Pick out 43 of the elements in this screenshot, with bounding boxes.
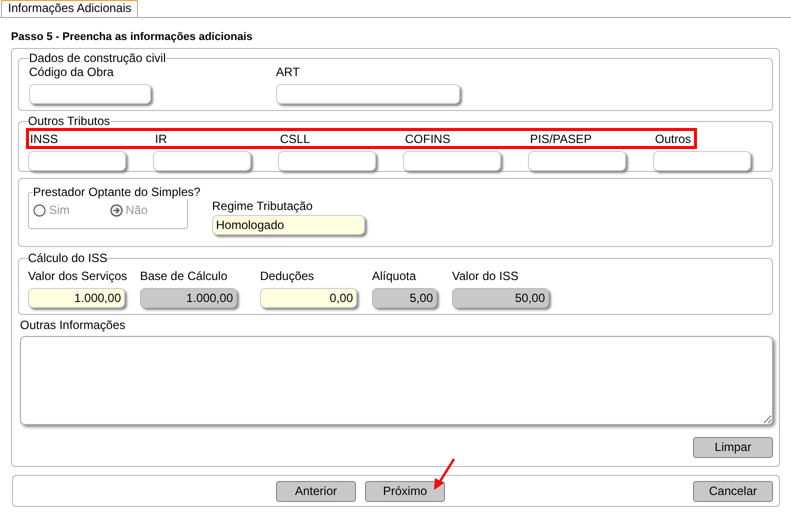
input-field[interactable]: 5,00 (372, 288, 437, 308)
input-field[interactable] (653, 151, 751, 171)
field-label: COFINS (405, 132, 452, 146)
step-title: Passo 5 - Preencha as informações adicionais (11, 30, 254, 44)
field-label: INSS (30, 132, 60, 146)
input-field[interactable] (403, 151, 501, 171)
field-label: Regime Tributação (212, 199, 314, 213)
nav-button[interactable]: Anterior (276, 480, 356, 502)
input-field[interactable]: 1.000,00 (28, 288, 125, 308)
radio-label: Não (126, 202, 148, 219)
field-label: Outros (655, 132, 692, 146)
tab[interactable]: Informações Adicionais (1, 0, 138, 17)
field-label: Valor dos Serviços (28, 269, 128, 283)
field-label: Código da Obra (29, 65, 114, 79)
field-label: Valor do ISS (452, 269, 518, 283)
notes-textarea[interactable] (20, 336, 773, 425)
input-field[interactable]: Homologado (212, 215, 365, 235)
field-label: PIS/PASEP (530, 132, 593, 146)
radio-label: Sim (49, 202, 70, 219)
section-legend: Cálculo do ISS (28, 251, 108, 265)
input-field[interactable] (278, 151, 376, 171)
nav-button[interactable]: Próximo (365, 480, 445, 502)
field-label: IR (155, 132, 168, 146)
input-field[interactable] (528, 151, 626, 171)
field-label: Alíquota (372, 269, 416, 283)
input-field[interactable] (29, 84, 151, 104)
section-legend: Outros Tributos (28, 114, 110, 128)
group-legend: Prestador Optante do Simples? (33, 185, 200, 199)
field-label: Deduções (260, 269, 314, 283)
annotation-arrow (432, 457, 457, 492)
section-legend: Dados de construção civil (29, 51, 166, 65)
cancel-button[interactable]: Cancelar (693, 480, 773, 502)
field-label: Outras Informações (20, 318, 126, 332)
input-field[interactable]: 50,00 (452, 288, 549, 308)
field-label: Base de Cálculo (140, 269, 228, 283)
input-field[interactable] (153, 151, 251, 171)
input-field[interactable]: 0,00 (260, 288, 357, 308)
input-field[interactable]: 1.000,00 (140, 288, 237, 308)
field-label: ART (276, 65, 300, 79)
clear-button[interactable]: Limpar (693, 437, 773, 458)
field-label: CSLL (280, 132, 312, 146)
input-field[interactable] (28, 151, 126, 171)
input-field[interactable] (276, 84, 460, 104)
